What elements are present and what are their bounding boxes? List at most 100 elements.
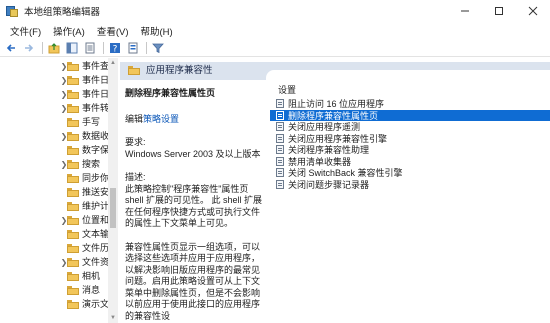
scroll-up-icon[interactable]: ▲ xyxy=(108,58,118,68)
window-title: 本地组策略编辑器 xyxy=(24,7,101,18)
settings-list: 设置 阻止访问 16 位应用程序 删除程序兼容性属性页 关闭应用程序遥测 关闭应… xyxy=(270,82,550,190)
description-text-2: 兼容性属性页显示一组选项，可以选择这些选项并应用于应用程序，以解决影响旧版应用程… xyxy=(125,241,261,321)
export-list-button[interactable] xyxy=(83,41,97,55)
filter-button[interactable] xyxy=(151,41,165,55)
scrollbar-thumb[interactable] xyxy=(110,188,116,228)
policy-setting-icon xyxy=(276,110,284,120)
category-title: 应用程序兼容性 xyxy=(146,65,213,76)
tree-item[interactable]: 相机 xyxy=(0,270,117,283)
tree-item[interactable]: ❯ 数据收 xyxy=(0,130,117,143)
tree-item[interactable]: 文本输 xyxy=(0,228,117,241)
up-folder-button[interactable] xyxy=(47,41,61,55)
folder-icon xyxy=(67,216,79,225)
folder-icon xyxy=(67,104,79,113)
edit-line: 编辑策略设置 xyxy=(125,113,180,124)
menu-help[interactable]: 帮助(H) xyxy=(134,24,178,38)
scroll-down-icon[interactable]: ▼ xyxy=(108,313,118,323)
requirement-label: 要求: xyxy=(125,137,146,147)
folder-icon xyxy=(67,118,79,127)
back-button[interactable] xyxy=(4,41,18,55)
filter-icon xyxy=(152,43,164,53)
folder-icon xyxy=(67,286,79,295)
tree-item[interactable]: 演示文 xyxy=(0,298,117,311)
tree-item[interactable]: ❯ 事件日 xyxy=(0,88,117,101)
window-controls xyxy=(448,0,550,22)
tree-item[interactable]: 手写 xyxy=(0,116,117,129)
folder-icon xyxy=(67,258,79,267)
list-item[interactable]: 关闭问题步骤记录器 xyxy=(270,179,550,191)
properties-icon xyxy=(128,42,138,53)
help-button[interactable]: ? xyxy=(108,41,122,55)
menu-action[interactable]: 操作(A) xyxy=(47,24,91,38)
help-icon: ? xyxy=(110,42,120,54)
details-pane: 应用程序兼容性 删除程序兼容性属性页 编辑策略设置 要求: Windows Se… xyxy=(120,58,550,323)
tree-item[interactable]: ❯ 事件日 xyxy=(0,74,117,87)
folder-icon xyxy=(67,202,79,211)
tree-item[interactable]: 文件历 xyxy=(0,242,117,255)
folder-icon xyxy=(67,132,79,141)
tree-item[interactable]: ❯ 事件转 xyxy=(0,102,117,115)
tree-item[interactable]: 消息 xyxy=(0,284,117,297)
export-list-icon xyxy=(85,42,95,53)
description-panel: 删除程序兼容性属性页 编辑策略设置 要求: Windows Server 200… xyxy=(125,82,265,323)
title-bar: 本地组策略编辑器 xyxy=(0,0,550,22)
policy-setting-icon xyxy=(276,99,284,109)
folder-icon xyxy=(128,66,140,76)
description-label: 描述: xyxy=(125,172,146,182)
folder-icon xyxy=(67,62,79,71)
tree-item[interactable]: 推送安 xyxy=(0,186,117,199)
policy-setting-icon xyxy=(276,168,284,178)
navigation-tree: ❯ 事件查 ❯ 事件日 ❯ 事件日 ❯ 事件转 手写 ❯ 数据收 数字保 ❯ 搜索 同步你 … xyxy=(0,58,118,323)
policy-setting-icon xyxy=(276,156,284,166)
folder-icon xyxy=(67,174,79,183)
close-button[interactable] xyxy=(516,0,550,22)
policy-setting-icon xyxy=(276,145,284,155)
folder-icon xyxy=(67,188,79,197)
tree-item[interactable]: 维护计 xyxy=(0,200,117,213)
tree-item[interactable]: ❯ 事件查 xyxy=(0,60,117,73)
forward-button[interactable] xyxy=(22,41,36,55)
menu-view[interactable]: 查看(V) xyxy=(91,24,135,38)
menu-bar: 文件(F) 操作(A) 查看(V) 帮助(H) xyxy=(0,22,550,39)
minimize-icon xyxy=(461,10,469,12)
tree-item[interactable]: 同步你 xyxy=(0,172,117,185)
minimize-button[interactable] xyxy=(448,0,482,22)
gpedit-app-icon xyxy=(6,5,18,17)
column-header-setting[interactable]: 设置 xyxy=(270,82,550,98)
policy-setting-icon xyxy=(276,122,284,132)
svg-text:?: ? xyxy=(113,44,118,54)
tree-item[interactable]: ❯ 搜索 xyxy=(0,158,117,171)
toolbar-separator xyxy=(146,41,147,54)
folder-icon xyxy=(67,90,79,99)
maximize-icon xyxy=(495,7,503,15)
show-hide-tree-button[interactable] xyxy=(65,41,79,55)
up-folder-icon xyxy=(48,42,60,53)
tree-item[interactable]: ❯ 位置和 xyxy=(0,214,117,227)
folder-icon xyxy=(67,76,79,85)
requirement-value: Windows Server 2003 及以上版本 xyxy=(125,148,261,159)
toolbar: ? xyxy=(0,39,550,57)
toolbar-separator xyxy=(103,41,104,54)
forward-arrow-icon xyxy=(25,43,34,52)
folder-icon xyxy=(67,300,79,309)
menu-file[interactable]: 文件(F) xyxy=(4,24,47,38)
back-arrow-icon xyxy=(6,43,15,52)
folder-icon xyxy=(67,272,79,281)
policy-setting-icon xyxy=(276,179,284,189)
show-hide-tree-icon xyxy=(66,42,78,53)
tree-scrollbar[interactable]: ▲ ▼ xyxy=(108,58,118,323)
folder-icon xyxy=(67,146,79,155)
description-text: 此策略控制"程序兼容性"属性页 shell 扩展的可见性。 此 shell 扩展… xyxy=(125,183,263,229)
tree-item[interactable]: 数字保 xyxy=(0,144,117,157)
toolbar-separator xyxy=(42,41,43,54)
folder-icon xyxy=(67,160,79,169)
folder-icon xyxy=(67,230,79,239)
close-icon xyxy=(528,6,538,16)
folder-icon xyxy=(67,244,79,253)
properties-button[interactable] xyxy=(126,41,140,55)
policy-setting-icon xyxy=(276,133,284,143)
policy-title: 删除程序兼容性属性页 xyxy=(125,88,216,98)
tree-item[interactable]: ❯ 文件资 xyxy=(0,256,117,269)
maximize-button[interactable] xyxy=(482,0,516,22)
edit-policy-link[interactable]: 策略设置 xyxy=(143,114,179,124)
